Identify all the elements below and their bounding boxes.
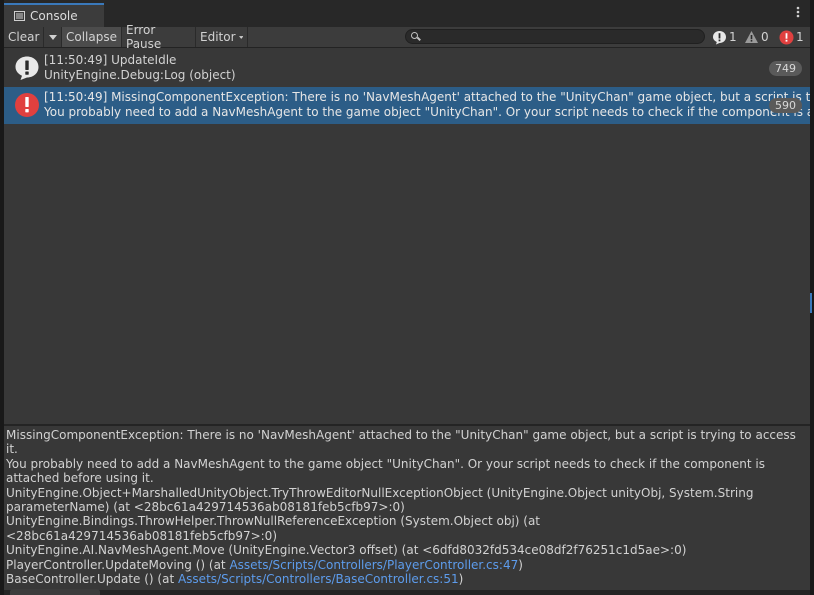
info-count-toggle[interactable]: 1 [712, 27, 737, 47]
stack-frame-suffix: ) [518, 557, 523, 572]
stack-frame: PlayerController.UpdateMoving () (at Ass… [6, 558, 806, 572]
log-entry-line-2: You probably need to add a NavMeshAgent … [44, 105, 810, 119]
log-entry-text: [11:50:49] MissingComponentException: Th… [44, 90, 810, 120]
warning-count-toggle[interactable]: 0 [744, 27, 769, 47]
stack-frame-suffix: ) [458, 572, 464, 587]
collapse-count-badge: 749 [769, 61, 802, 76]
console-icon [14, 11, 25, 21]
stack-frame: UnityEngine.Object+MarshalledUnityObject… [6, 485, 754, 515]
collapse-count-badge: 590 [769, 98, 802, 113]
stack-frame: UnityEngine.Bindings.ThrowHelper.ThrowNu… [6, 514, 541, 543]
info-count: 1 [729, 30, 737, 44]
collapse-label: Collapse [66, 30, 117, 44]
stack-frame: BaseController.Update () (at Assets/Scri… [6, 572, 806, 586]
tab-title: Console [30, 9, 78, 23]
log-entry-error[interactable]: [11:50:49] MissingComponentException: Th… [4, 87, 810, 124]
log-entry-info[interactable]: [11:50:49] UpdateIdle UnityEngine.Debug:… [4, 50, 810, 87]
error-pause-toggle[interactable]: Error Pause [122, 23, 196, 51]
error-message-line: MissingComponentException: There is no '… [6, 428, 796, 457]
error-count: 1 [796, 30, 804, 44]
log-entry-text: [11:50:49] UpdateIdle UnityEngine.Debug:… [44, 53, 810, 83]
log-entry-line-1: [11:50:49] MissingComponentException: Th… [44, 90, 810, 104]
stack-trace-panel[interactable]: MissingComponentException: There is no '… [4, 426, 810, 590]
clear-options-dropdown[interactable] [44, 27, 62, 47]
search-field[interactable] [405, 29, 705, 44]
console-toolbar: Clear Collapse Error Pause Editor 1 0 1 [4, 23, 810, 51]
bottom-bar [4, 590, 810, 595]
info-icon [713, 30, 726, 44]
title-bar: Console [4, 0, 810, 27]
stack-frame: UnityEngine.AI.NavMeshAgent.Move (UnityE… [6, 543, 687, 558]
editor-target-dropdown[interactable]: Editor [196, 27, 248, 47]
editor-label: Editor [200, 30, 236, 44]
triangle-down-icon [238, 35, 243, 39]
error-count-toggle[interactable]: 1 [779, 27, 804, 47]
triangle-down-icon [48, 34, 57, 40]
log-entry-line-1: [11:50:49] UpdateIdle [44, 53, 177, 67]
error-message-line: You probably need to add a NavMeshAgent … [6, 456, 765, 486]
kebab-menu-icon[interactable] [796, 6, 800, 22]
error-message-icon [15, 93, 39, 117]
stack-trace-text: MissingComponentException: There is no '… [6, 428, 806, 586]
tab-console[interactable]: Console [4, 3, 104, 27]
console-window: Console Clear Collapse Error Pause Edito… [4, 0, 810, 595]
source-file-link[interactable]: Assets/Scripts/Controllers/PlayerControl… [229, 558, 518, 572]
warning-count: 0 [761, 30, 769, 44]
log-entry-line-2: UnityEngine.Debug:Log (object) [44, 68, 236, 82]
collapse-toggle[interactable]: Collapse [62, 27, 122, 47]
bottom-tab[interactable] [10, 589, 100, 595]
log-entry-list[interactable]: [11:50:49] UpdateIdle UnityEngine.Debug:… [4, 48, 810, 424]
source-file-link[interactable]: Assets/Scripts/Controllers/BaseControlle… [178, 572, 459, 586]
clear-label: Clear [8, 30, 40, 44]
search-icon [411, 32, 418, 39]
search-input[interactable] [422, 30, 702, 43]
error-pause-label: Error Pause [126, 23, 162, 51]
stack-frame-prefix: PlayerController.UpdateMoving () (at [6, 557, 230, 572]
info-message-icon [15, 56, 39, 80]
stack-frame-prefix: BaseController.Update () (at [6, 572, 178, 587]
clear-button[interactable]: Clear [4, 27, 44, 47]
error-icon [779, 30, 794, 44]
warning-icon [745, 31, 758, 43]
